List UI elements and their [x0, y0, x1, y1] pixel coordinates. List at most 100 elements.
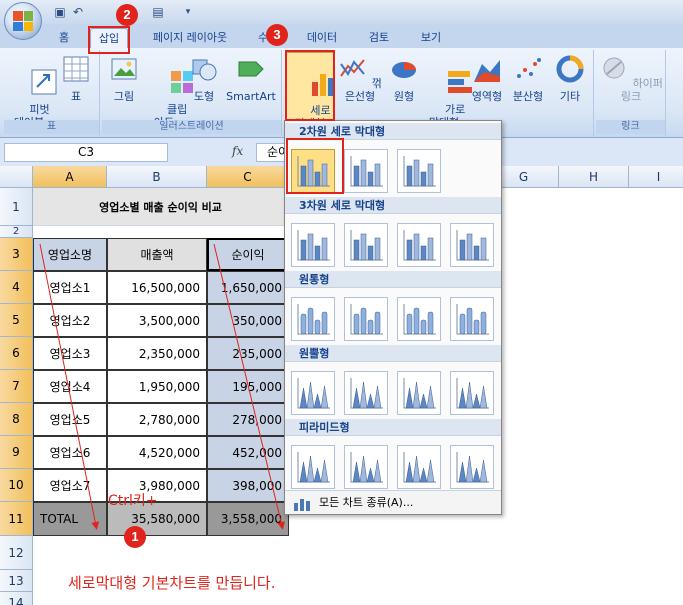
sales-cell[interactable]: 1,950,000 — [107, 370, 207, 403]
chart-thumb-icon — [403, 304, 436, 335]
profit-cell[interactable]: 350,000 — [207, 304, 289, 337]
pyramid-chart-option-3[interactable] — [397, 445, 441, 489]
column-3d-option-2[interactable] — [344, 223, 388, 267]
row-header-1[interactable]: 1 — [0, 188, 33, 226]
branch-cell[interactable]: 영업소2 — [33, 304, 107, 337]
office-button[interactable] — [4, 2, 42, 40]
row-header-8[interactable]: 8 — [0, 403, 33, 436]
column-header-i[interactable]: I — [629, 166, 683, 188]
pyramid-chart-option-4[interactable] — [450, 445, 494, 489]
sales-cell[interactable]: 16,500,000 — [107, 271, 207, 304]
sheet-title: 영업소별 매출 순이익 비교 — [33, 188, 289, 226]
cylinder-chart-option-2[interactable] — [344, 297, 388, 341]
column-header-c[interactable]: C — [207, 166, 289, 188]
profit-cell[interactable]: 278,000 — [207, 403, 289, 436]
row-header-10[interactable]: 10 — [0, 469, 33, 502]
table-icon — [63, 56, 89, 82]
sales-cell[interactable]: 3,500,000 — [107, 304, 207, 337]
profit-cell[interactable]: 195,000 — [207, 370, 289, 403]
cylinder-chart-option-1[interactable] — [291, 297, 335, 341]
line-chart-icon — [340, 59, 365, 77]
row-header-12[interactable]: 12 — [0, 536, 33, 570]
shapes-button[interactable]: 도형 — [186, 54, 222, 103]
branch-cell[interactable]: 영업소6 — [33, 436, 107, 469]
branch-cell[interactable]: 영업소3 — [33, 337, 107, 370]
smartart-button[interactable]: SmartArt — [224, 54, 278, 103]
total-label[interactable]: TOTAL — [33, 502, 107, 536]
sales-cell[interactable]: 2,780,000 — [107, 403, 207, 436]
group-tables: 피벗 테이블 표 표 — [4, 50, 100, 136]
name-box[interactable]: C3 — [4, 143, 168, 162]
row-header-3[interactable]: 3 — [0, 238, 33, 271]
cone-chart-option-4[interactable] — [450, 371, 494, 415]
print-icon[interactable]: ▤ — [150, 4, 166, 20]
profit-cell[interactable]: 1,650,000 — [207, 271, 289, 304]
column-3d-option-1[interactable] — [291, 223, 335, 267]
row-header-6[interactable]: 6 — [0, 337, 33, 370]
total-profit[interactable]: 3,558,000 — [207, 502, 289, 536]
tab-review[interactable]: 검토 — [362, 28, 396, 48]
row-header-5[interactable]: 5 — [0, 304, 33, 337]
picture-button[interactable]: 그림 — [106, 54, 142, 103]
sales-cell[interactable]: 4,520,000 — [107, 436, 207, 469]
branch-cell[interactable]: 영업소4 — [33, 370, 107, 403]
all-chart-types-link[interactable]: 모든 차트 종류(A)... — [285, 490, 501, 514]
header-branch[interactable]: 영업소명 — [33, 238, 107, 271]
branch-cell[interactable]: 영업소1 — [33, 271, 107, 304]
step-badge-3: 3 — [266, 24, 288, 46]
tab-home[interactable]: 홈 — [52, 28, 76, 48]
branch-cell[interactable]: 영업소7 — [33, 469, 107, 502]
clustered-column-option-3[interactable] — [397, 149, 441, 193]
table-button[interactable]: 표 — [56, 54, 96, 103]
row-header-13[interactable]: 13 — [0, 570, 33, 592]
pyramid-chart-option-2[interactable] — [344, 445, 388, 489]
pie-chart-button[interactable]: 원형 — [386, 54, 422, 103]
cone-chart-option-1[interactable] — [291, 371, 335, 415]
column-header-b[interactable]: B — [107, 166, 207, 188]
column-3d-option-4[interactable] — [450, 223, 494, 267]
tab-data[interactable]: 데이터 — [300, 28, 344, 48]
cone-chart-option-2[interactable] — [344, 371, 388, 415]
profit-cell[interactable]: 235,000 — [207, 337, 289, 370]
row-header-11[interactable]: 11 — [0, 502, 33, 536]
clustered-column-option-2[interactable] — [344, 149, 388, 193]
highlight-column-button — [285, 50, 335, 121]
other-charts-button[interactable]: 기타 — [550, 54, 590, 103]
tab-page-layout[interactable]: 페이지 레이아웃 — [140, 28, 240, 48]
column-header-a[interactable]: A — [33, 166, 107, 188]
undo-icon[interactable]: ↶ — [70, 4, 86, 20]
header-profit[interactable]: 순이익 — [207, 238, 289, 271]
qat-dropdown-icon[interactable]: ▾ — [180, 4, 196, 20]
scatter-chart-icon — [517, 58, 541, 78]
pivot-table-icon — [31, 69, 57, 95]
row-header-7[interactable]: 7 — [0, 370, 33, 403]
select-all-corner[interactable] — [0, 166, 33, 188]
header-sales[interactable]: 매출액 — [107, 238, 207, 271]
fx-icon[interactable]: fx — [232, 144, 243, 158]
chart-thumb-icon — [350, 156, 383, 187]
branch-cell[interactable]: 영업소5 — [33, 403, 107, 436]
cylinder-chart-option-4[interactable] — [450, 297, 494, 341]
scatter-chart-button[interactable]: 분산형 — [510, 54, 546, 103]
profit-cell[interactable]: 452,000 — [207, 436, 289, 469]
line-chart-button[interactable]: 꺾은선형 — [336, 54, 384, 103]
cone-chart-option-3[interactable] — [397, 371, 441, 415]
column-header-h[interactable]: H — [559, 166, 629, 188]
row-header-14[interactable]: 14 — [0, 592, 33, 605]
area-chart-button[interactable]: 영역형 — [468, 54, 506, 103]
row-header-2[interactable]: 2 — [0, 226, 33, 238]
sales-cell[interactable]: 2,350,000 — [107, 337, 207, 370]
row-header-4[interactable]: 4 — [0, 271, 33, 304]
hyperlink-button[interactable]: 하이퍼링크 — [598, 54, 664, 103]
save-icon[interactable]: ▣ — [52, 4, 68, 20]
all-chart-types-label: 모든 차트 종류(A)... — [319, 496, 414, 509]
tab-view[interactable]: 보기 — [414, 28, 448, 48]
cylinder-chart-option-3[interactable] — [397, 297, 441, 341]
chart-thumb-icon — [350, 304, 383, 335]
profit-cell[interactable]: 398,000 — [207, 469, 289, 502]
group-illustrations-label: 일러스트레이션 — [102, 120, 281, 134]
pyramid-chart-option-1[interactable] — [291, 445, 335, 489]
chart-thumb-icon — [350, 230, 383, 261]
row-header-9[interactable]: 9 — [0, 436, 33, 469]
column-3d-option-3[interactable] — [397, 223, 441, 267]
